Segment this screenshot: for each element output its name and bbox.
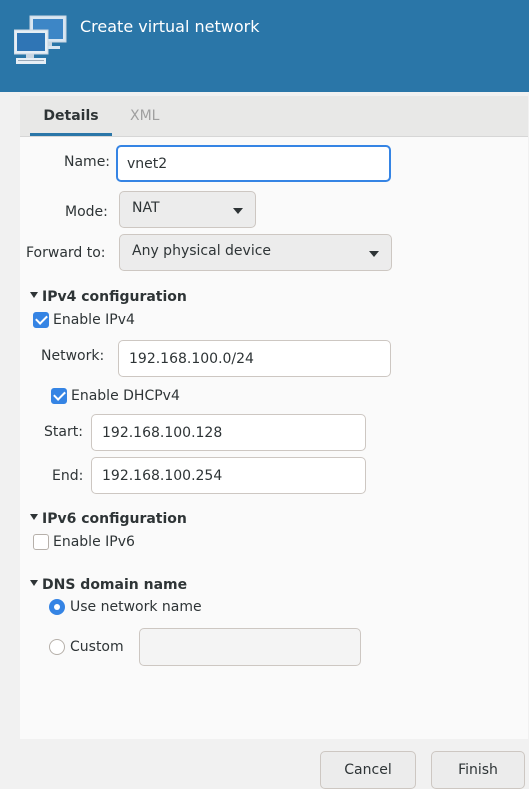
- window-title: Create virtual network: [80, 17, 260, 36]
- enable-ipv6-checkbox[interactable]: [33, 534, 49, 550]
- enable-ipv6-label: Enable IPv6: [53, 534, 135, 550]
- expander-down-icon: [30, 580, 38, 586]
- forward-dropdown[interactable]: Any physical device: [119, 234, 392, 271]
- end-label: End:: [52, 468, 84, 484]
- ipv6-section-toggle[interactable]: IPv6 configuration: [30, 511, 187, 527]
- cancel-button[interactable]: Cancel: [320, 751, 416, 789]
- chevron-down-icon: [369, 251, 379, 257]
- details-panel: Details XML Name: Mode: NAT Forward to: …: [20, 96, 528, 739]
- enable-dhcpv4-checkbox[interactable]: [51, 388, 67, 404]
- start-label: Start:: [44, 424, 83, 440]
- expander-down-icon: [30, 514, 38, 520]
- custom-dns-label: Custom: [70, 639, 124, 655]
- use-network-name-label: Use network name: [70, 599, 202, 615]
- ipv6-section-title: IPv6 configuration: [42, 511, 187, 527]
- dns-section-toggle[interactable]: DNS domain name: [30, 577, 187, 593]
- mode-value: NAT: [132, 200, 160, 216]
- ipv4-section-title: IPv4 configuration: [42, 289, 187, 305]
- mode-dropdown[interactable]: NAT: [119, 191, 256, 228]
- finish-button[interactable]: Finish: [431, 751, 525, 789]
- enable-ipv4-checkbox[interactable]: [33, 312, 49, 328]
- expander-down-icon: [30, 292, 38, 298]
- use-network-name-radio[interactable]: [49, 599, 65, 615]
- network-computers-icon: [14, 15, 67, 64]
- start-input[interactable]: [91, 414, 366, 451]
- tab-details[interactable]: Details: [30, 96, 112, 136]
- forward-value: Any physical device: [132, 243, 272, 259]
- custom-dns-input[interactable]: [139, 628, 361, 666]
- name-label: Name:: [64, 154, 111, 170]
- network-label: Network:: [41, 348, 105, 364]
- end-input[interactable]: [91, 457, 366, 494]
- forward-label: Forward to:: [26, 245, 106, 261]
- network-input[interactable]: [118, 340, 391, 377]
- enable-ipv4-label: Enable IPv4: [53, 312, 135, 328]
- window-header: Create virtual network: [0, 0, 529, 92]
- enable-dhcpv4-label: Enable DHCPv4: [71, 388, 180, 404]
- tab-bar: Details XML: [20, 96, 528, 137]
- name-input[interactable]: [116, 145, 391, 182]
- ipv4-section-toggle[interactable]: IPv4 configuration: [30, 289, 187, 305]
- tab-xml[interactable]: XML: [130, 96, 170, 136]
- dns-section-title: DNS domain name: [42, 577, 188, 593]
- custom-dns-radio[interactable]: [49, 639, 65, 655]
- chevron-down-icon: [233, 208, 243, 214]
- mode-label: Mode:: [65, 204, 108, 220]
